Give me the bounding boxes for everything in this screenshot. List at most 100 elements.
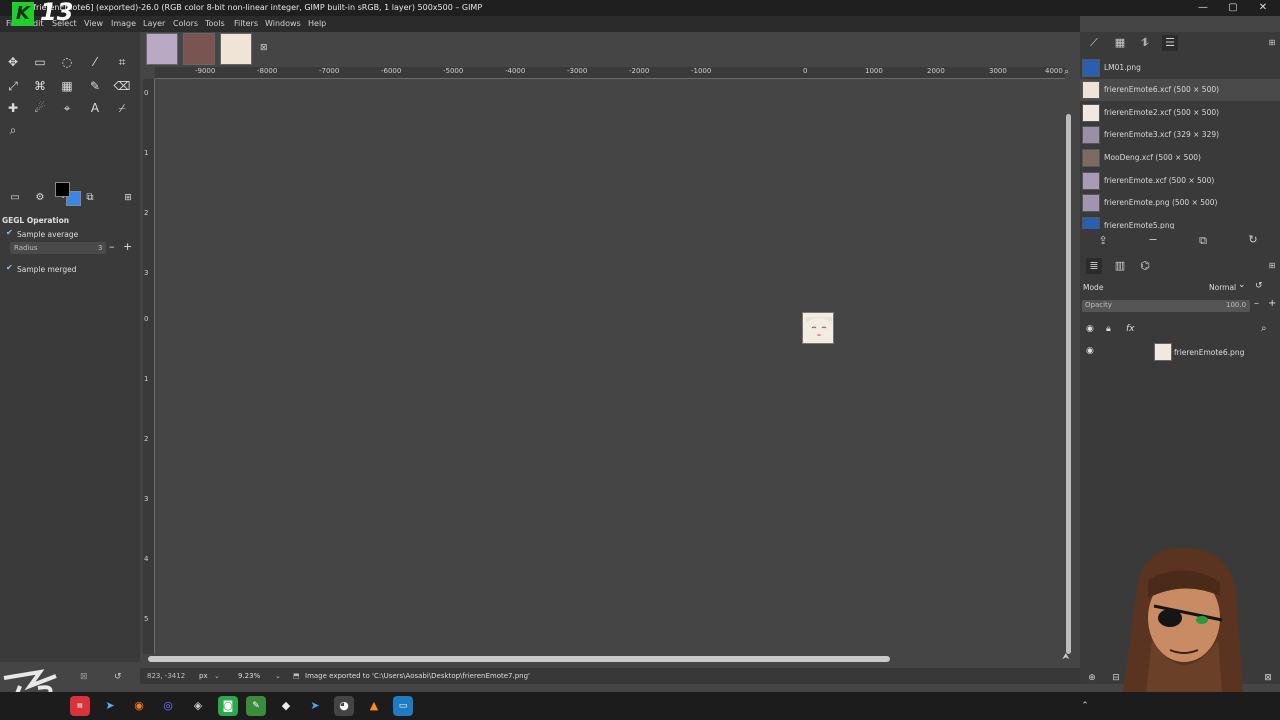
fx-icon[interactable]: fx [1126,324,1135,334]
move-tool-icon[interactable]: ✥ [3,52,23,72]
vertical-scrollbar[interactable] [1066,114,1071,654]
menu-image[interactable]: Image [111,16,136,32]
color-picker-icon[interactable]: ⌿ [112,98,132,118]
notepad-icon[interactable]: ✎ [246,696,266,716]
fuzzy-select-tool-icon[interactable]: ⁄ [85,52,105,72]
image-list-item[interactable]: LM01.png [1080,57,1280,79]
bucket-fill-icon[interactable]: ▦ [57,76,77,96]
close-image-icon[interactable]: − [1145,232,1161,248]
channels-tab-icon[interactable]: ▥ [1112,258,1128,274]
menu-filters[interactable]: Filters [234,16,258,32]
close-tab-icon[interactable]: ⊠ [260,43,268,53]
app-icon-fish[interactable]: ➤ [305,696,325,716]
image-list-item[interactable]: frierenEmote2.xcf (500 × 500) [1080,102,1280,124]
mode-reset-icon[interactable]: ↺ [1255,281,1263,291]
radius-decrease-button[interactable]: – [109,240,115,253]
sample-merged-checkbox[interactable]: ✔ [6,264,13,272]
canvas-image[interactable] [802,312,834,344]
unit-dropdown-icon[interactable]: ⌄ [214,668,220,684]
panel-menu-icon[interactable]: ⊞ [118,188,138,208]
lock-icon[interactable]: 🔒︎ [1106,324,1111,334]
new-layer-icon[interactable]: ⊕ [1084,670,1100,686]
paintbrush-icon[interactable]: ✎ [85,76,105,96]
menu-colors[interactable]: Colors [173,16,198,32]
crop-tool-icon[interactable]: ⌗ [112,52,132,72]
images-tab-icon[interactable]: ☰ [1162,35,1178,51]
visibility-icon[interactable]: ◉ [1086,324,1094,334]
close-button[interactable]: ✕ [1248,0,1278,16]
menu-view[interactable]: View [84,16,103,32]
image-list-item[interactable]: MooDeng.xcf (500 × 500) [1080,147,1280,169]
image-list-item[interactable]: frierenEmote5.png [1080,215,1280,229]
discord-icon[interactable]: ◎ [158,696,178,716]
paths-tool-icon[interactable]: ⌖ [57,98,77,118]
unit-selector[interactable]: px [199,668,208,684]
menu-tools[interactable]: Tools [205,16,225,32]
image-tab-1[interactable] [146,33,178,65]
lasso-tool-icon[interactable]: ◌ [57,52,77,72]
zoom-dropdown-icon[interactable]: ⌄ [275,668,281,684]
patterns-tab-icon[interactable]: ▦ [1112,35,1128,51]
images-tab-icon[interactable]: ⧉ [80,188,100,208]
transform-tool-icon[interactable]: ⤢ [3,76,23,96]
horizontal-scrollbar[interactable] [148,656,890,662]
app-icon-screen[interactable]: ▭ [393,696,413,716]
image-list-item[interactable]: frierenEmote3.xcf (329 × 329) [1080,124,1280,146]
new-group-icon[interactable]: ⊟ [1108,670,1124,686]
gimp-icon[interactable]: ◕ [334,696,354,716]
opacity-increase-button[interactable]: + [1268,298,1276,309]
opacity-slider[interactable]: Opacity 100.0 [1082,300,1250,312]
tool-options-tab-icon[interactable]: ▭ [5,188,25,208]
delete-preset-icon[interactable]: ⊠ [80,672,88,682]
layer-search-icon[interactable]: ⌕ [1261,323,1267,334]
layers-tab-icon[interactable]: ≣ [1086,258,1102,274]
refresh-icon[interactable]: ↻ [1245,232,1261,248]
horizontal-ruler[interactable]: -9000 -8000 -7000 -6000 -5000 -4000 -300… [155,67,1065,79]
device-status-icon[interactable]: ⚙ [30,188,50,208]
foreground-color-swatch[interactable] [55,182,70,197]
tray-chevron-up-icon[interactable]: ⌃ [1075,696,1095,716]
opacity-decrease-button[interactable]: – [1254,298,1259,309]
open-image-icon[interactable]: ⇪ [1095,233,1111,249]
text-tool-icon[interactable]: A [85,98,105,118]
vertical-ruler[interactable]: 0 1 2 3 0 1 2 3 4 5 [143,79,155,654]
maximize-button[interactable]: ▢ [1218,0,1248,16]
canvas-area[interactable] [140,32,1080,662]
zoom-canvas-icon[interactable]: ⌕ [1064,67,1069,77]
app-icon-green-active[interactable]: ◙ [218,696,238,716]
fonts-tab-icon[interactable]: ⥮ [1137,35,1153,51]
image-list-item[interactable]: frierenEmote.png (500 × 500) [1080,192,1280,214]
image-tab-2[interactable] [183,33,215,65]
rect-select-tool-icon[interactable]: ▭ [30,52,50,72]
mode-chevron-down-icon[interactable]: ⌄ [1238,280,1246,290]
layer-row[interactable]: ◉ frierenEmote6.png [1080,342,1280,362]
delete-layer-icon[interactable]: ⊠ [1260,670,1276,686]
navigate-icon[interactable]: ⮝ [1062,652,1070,662]
app-icon-red[interactable]: ▤ [70,696,90,716]
zoom-level[interactable]: 9.23% [238,668,260,684]
app-icon-diamond[interactable]: ◆ [276,696,296,716]
sample-average-checkbox[interactable]: ✔ [6,229,14,237]
warp-tool-icon[interactable]: ⌘ [30,76,50,96]
app-icon-blue-arrow[interactable]: ➤ [100,696,120,716]
radius-increase-button[interactable]: + [123,240,132,253]
paths-tab-icon[interactable]: ⌬ [1137,258,1153,274]
brushes-tab-icon[interactable]: ⟋ [1086,35,1102,51]
app-icon-game[interactable]: ◈ [188,696,208,716]
mode-dropdown[interactable]: Normal [1209,283,1236,292]
image-tab-3[interactable] [220,33,252,65]
duplicate-image-icon[interactable]: ⧉ [1195,233,1211,249]
minimize-button[interactable]: — [1188,0,1218,16]
heal-tool-icon[interactable]: ✚ [3,98,23,118]
image-list-item[interactable]: frierenEmote.xcf (500 × 500) [1080,170,1280,192]
menu-windows[interactable]: Windows [265,16,301,32]
dock-menu-icon[interactable]: ⊞ [1264,35,1280,51]
layer-visibility-icon[interactable]: ◉ [1086,346,1094,356]
firefox-icon[interactable]: ◉ [129,696,149,716]
layers-menu-icon[interactable]: ⊞ [1264,258,1280,274]
zoom-tool-icon[interactable]: ⌕ [3,120,23,140]
radius-field[interactable]: Radius 3 [10,242,106,254]
menu-layer[interactable]: Layer [143,16,165,32]
image-list-item[interactable]: frierenEmote6.xcf (500 × 500) [1080,79,1280,101]
smudge-tool-icon[interactable]: ☄ [30,98,50,118]
